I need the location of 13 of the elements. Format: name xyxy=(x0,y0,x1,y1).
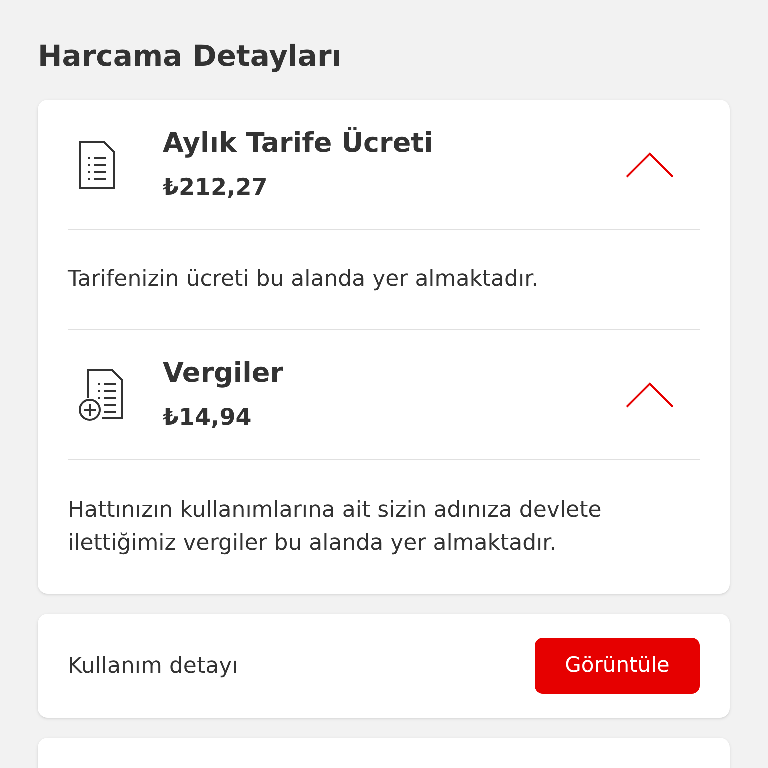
section-title: Vergiler xyxy=(163,358,285,390)
view-button[interactable]: Görüntüle xyxy=(535,638,700,694)
document-plus-icon xyxy=(78,368,126,422)
chevron-up-icon[interactable] xyxy=(626,152,674,178)
amount: ₺14,94 xyxy=(163,404,253,432)
section-description: Tarifenizin ücreti bu alanda yer almaktadır. xyxy=(68,230,700,330)
document-icon xyxy=(78,140,116,190)
amount: ₺212,27 xyxy=(163,174,269,202)
chevron-up-icon[interactable] xyxy=(626,382,674,408)
usage-label: Kullanım detayı xyxy=(68,652,238,680)
section-description: Hattınızın kullanımlarına ait sizin adınıza devlete ilettiğimiz vergiler bu alanda yer almaktadır. xyxy=(68,497,603,558)
page-title: Harcama Detayları xyxy=(38,38,343,75)
section-title: Aylık Tarife Ücreti xyxy=(163,128,434,160)
